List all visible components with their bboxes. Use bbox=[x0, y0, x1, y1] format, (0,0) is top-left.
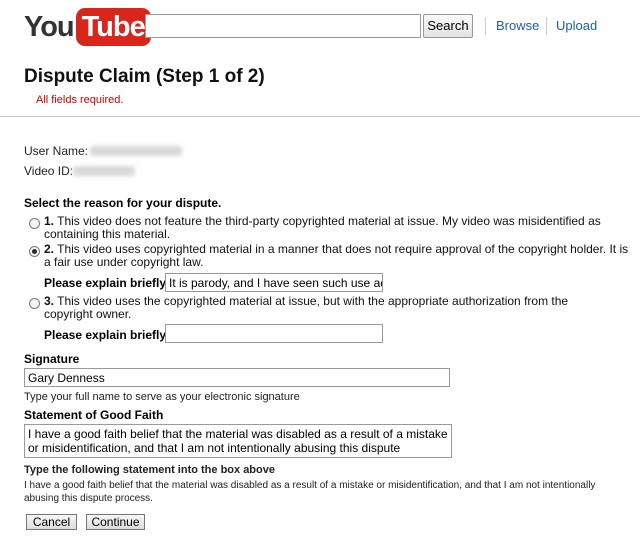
good-faith-statement: I have a good faith belief that the mate… bbox=[24, 480, 596, 504]
nav-separator bbox=[546, 17, 547, 35]
divider bbox=[0, 116, 640, 117]
reason-3-explain-label: Please explain briefly: bbox=[44, 328, 171, 342]
nav-separator bbox=[485, 17, 486, 35]
reason-2-label[interactable]: 2. This video uses copyrighted material … bbox=[44, 243, 634, 269]
nav-upload-link[interactable]: Upload bbox=[556, 18, 597, 33]
signature-help: Type your full name to serve as your ele… bbox=[24, 391, 300, 403]
signature-label: Signature bbox=[24, 352, 80, 366]
cancel-button[interactable]: Cancel bbox=[26, 514, 77, 530]
reason-3-text: This video uses the copyrighted material… bbox=[44, 294, 569, 321]
good-faith-instruction: Type the following statement into the bo… bbox=[24, 464, 275, 476]
logo-you-text: You bbox=[24, 11, 75, 43]
youtube-logo[interactable]: You Tube bbox=[24, 8, 151, 46]
reason-1-text: This video does not feature the third-pa… bbox=[44, 214, 601, 241]
search-button[interactable]: Search bbox=[423, 14, 473, 38]
nav-browse-link[interactable]: Browse bbox=[496, 18, 539, 33]
required-note: All fields required. bbox=[36, 94, 124, 106]
signature-input[interactable]: Gary Denness bbox=[24, 368, 450, 387]
good-faith-textarea[interactable]: I have a good faith belief that the mate… bbox=[24, 424, 452, 458]
user-name-value-blurred bbox=[90, 146, 182, 156]
user-name-label: User Name: bbox=[24, 144, 89, 158]
search-input[interactable] bbox=[145, 14, 421, 38]
reason-1-label[interactable]: 1. This video does not feature the third… bbox=[44, 215, 604, 241]
page-title: Dispute Claim (Step 1 of 2) bbox=[24, 66, 265, 87]
reason-2-text: This video uses copyrighted material in … bbox=[44, 242, 629, 269]
reason-2-explain-label: Please explain briefly: bbox=[44, 276, 171, 290]
reason-3-number: 3. bbox=[44, 294, 55, 308]
reason-1-number: 1. bbox=[44, 214, 55, 228]
reason-2-number: 2. bbox=[44, 242, 55, 256]
reason-2-explain-input[interactable]: It is parody, and I have seen such use a… bbox=[165, 273, 383, 292]
reason-heading: Select the reason for your dispute. bbox=[24, 196, 222, 210]
continue-button[interactable]: Continue bbox=[86, 514, 145, 530]
reason-1-radio[interactable] bbox=[29, 218, 40, 229]
reason-2-radio[interactable] bbox=[29, 246, 40, 257]
video-id-label: Video ID: bbox=[24, 164, 74, 178]
reason-3-label[interactable]: 3. This video uses the copyrighted mater… bbox=[44, 295, 604, 321]
reason-3-explain-input[interactable] bbox=[165, 324, 383, 343]
reason-3-radio[interactable] bbox=[29, 298, 40, 309]
video-id-value-blurred bbox=[73, 166, 135, 176]
logo-tube-text: Tube bbox=[75, 8, 151, 46]
good-faith-label: Statement of Good Faith bbox=[24, 408, 164, 422]
